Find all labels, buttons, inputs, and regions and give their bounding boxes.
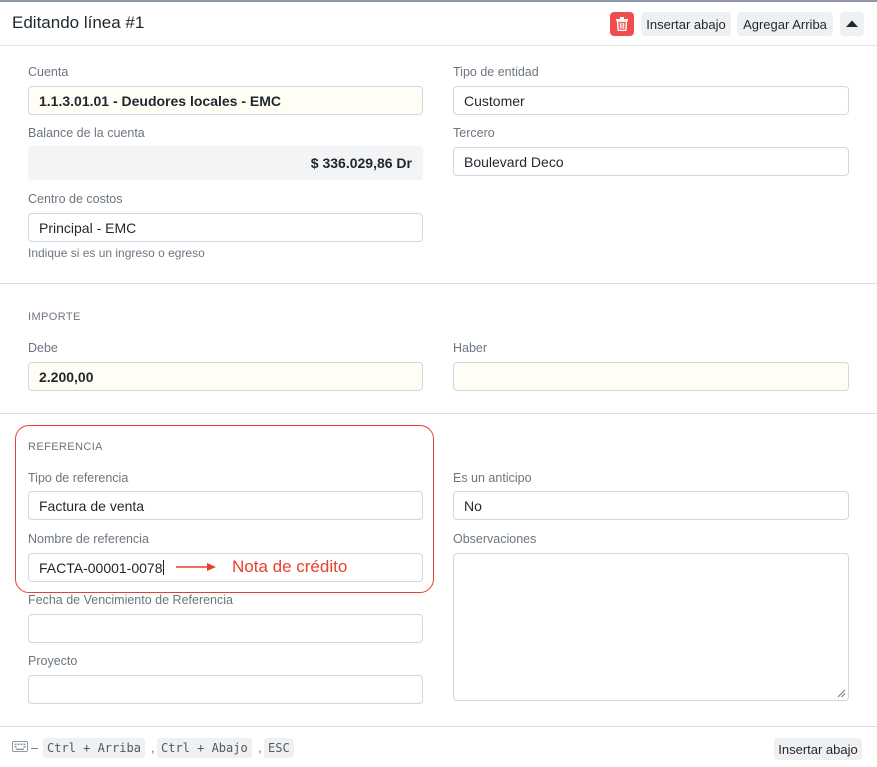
tercero-label: Tercero <box>453 126 495 140</box>
tercero-field[interactable]: Boulevard Deco <box>453 147 849 176</box>
shortcut-footer: – Ctrl + Arriba , Ctrl + Abajo , ESC Ins… <box>0 738 877 760</box>
nombre-referencia-field[interactable]: FACTA-00001-0078 <box>28 553 423 582</box>
proyecto-label: Proyecto <box>28 654 78 668</box>
cuenta-label: Cuenta <box>28 65 69 79</box>
balance-label: Balance de la cuenta <box>28 126 145 140</box>
resize-handle-icon[interactable] <box>837 689 846 698</box>
debe-label: Debe <box>28 341 58 355</box>
tipo-entidad-field[interactable]: Customer <box>453 86 849 115</box>
balance-value: $ 336.029,86 Dr <box>28 146 423 180</box>
editor-header: Editando línea #1 Insertar abajo Agregar… <box>0 2 877 46</box>
anticipo-field[interactable]: No <box>453 491 849 520</box>
shortcut-ctrl-up: Ctrl + Arriba <box>43 738 145 758</box>
keyboard-icon <box>12 741 28 752</box>
shortcut-separator: – <box>31 740 39 755</box>
shortcut-ctrl-down: Ctrl + Abajo <box>157 738 252 758</box>
insert-below-button[interactable]: Insertar abajo <box>641 12 731 36</box>
tipo-referencia-label: Tipo de referencia <box>28 471 129 485</box>
fecha-vencimiento-field[interactable] <box>28 614 423 643</box>
tipo-entidad-label: Tipo de entidad <box>453 65 539 79</box>
centro-costos-help: Indique si es un ingreso o egreso <box>28 246 205 260</box>
footer-divider <box>0 726 877 727</box>
shortcut-comma: , <box>258 740 262 755</box>
page-title: Editando línea #1 <box>12 13 145 32</box>
annotation-arrow-icon <box>176 563 216 571</box>
collapse-button[interactable] <box>840 12 864 36</box>
centro-costos-label: Centro de costos <box>28 192 123 206</box>
tipo-referencia-field[interactable]: Factura de venta <box>28 491 423 520</box>
importe-heading: IMPORTE <box>28 311 81 323</box>
caret-up-icon <box>846 20 858 27</box>
haber-label: Haber <box>453 341 488 355</box>
referencia-heading: REFERENCIA <box>28 441 103 453</box>
cuenta-field[interactable]: 1.1.3.01.01 - Deudores locales - EMC <box>28 86 423 115</box>
section-divider <box>0 283 877 284</box>
anticipo-label: Es un anticipo <box>453 471 532 485</box>
observaciones-label: Observaciones <box>453 532 537 546</box>
add-above-button[interactable]: Agregar Arriba <box>737 12 833 36</box>
nombre-referencia-value: FACTA-00001-0078 <box>39 559 163 576</box>
haber-field[interactable] <box>453 362 849 391</box>
delete-row-button[interactable] <box>610 12 634 36</box>
shortcut-esc: ESC <box>264 738 294 758</box>
observaciones-textarea[interactable] <box>453 553 849 701</box>
debe-field[interactable]: 2.200,00 <box>28 362 423 391</box>
footer-insert-below-button[interactable]: Insertar abajo <box>774 738 862 760</box>
fecha-vencimiento-label: Fecha de Vencimiento de Referencia <box>28 593 233 607</box>
nombre-referencia-label: Nombre de referencia <box>28 532 149 546</box>
trash-icon <box>616 17 628 31</box>
text-cursor <box>163 560 165 575</box>
shortcut-comma: , <box>151 740 155 755</box>
centro-costos-field[interactable]: Principal - EMC <box>28 213 423 242</box>
annotation-text: Nota de crédito <box>232 557 348 576</box>
section-divider <box>0 413 877 414</box>
proyecto-field[interactable] <box>28 675 423 704</box>
